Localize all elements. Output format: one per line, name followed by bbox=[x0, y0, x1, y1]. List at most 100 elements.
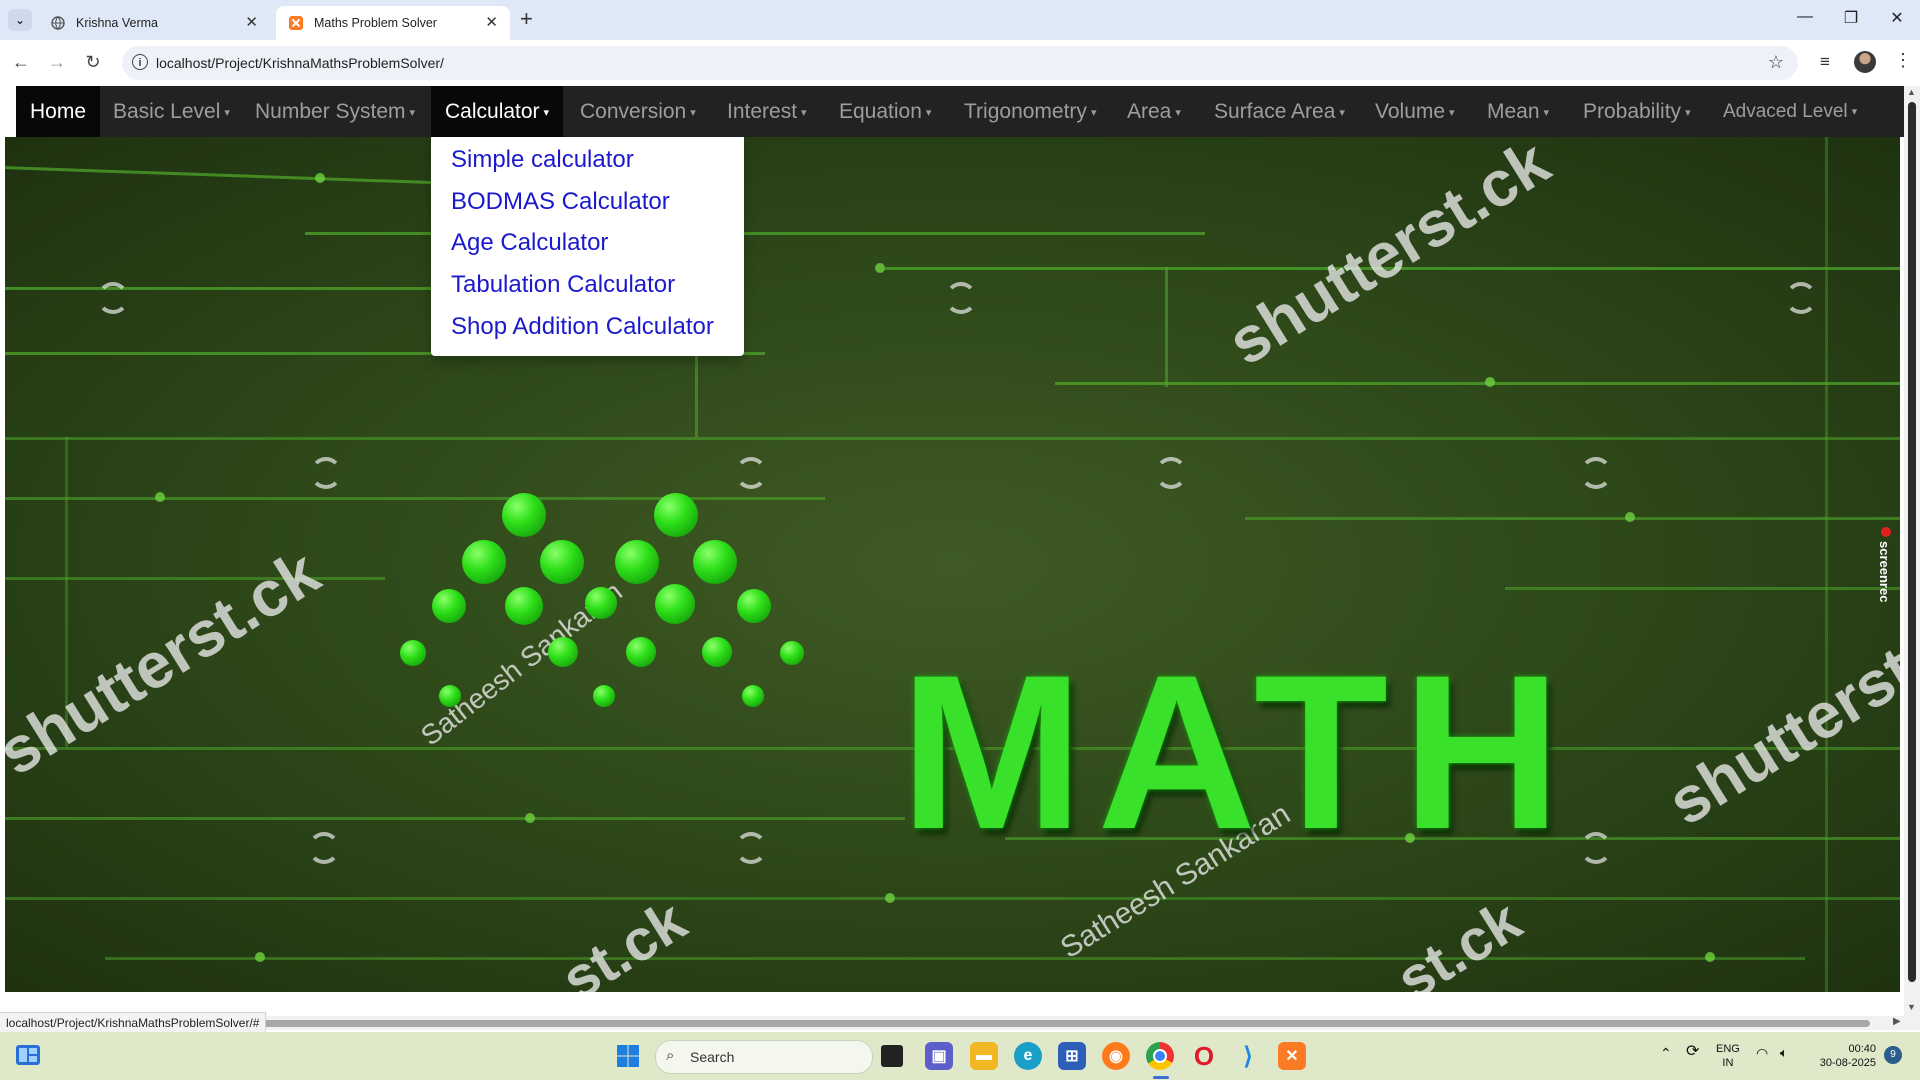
opera-icon[interactable]: O bbox=[1190, 1041, 1218, 1071]
caret-icon: ▾ bbox=[1175, 107, 1181, 119]
media-control-icon[interactable]: ≡ bbox=[1820, 52, 1830, 72]
status-bar-url: localhost/Project/KrishnaMathsProblemSol… bbox=[0, 1012, 267, 1034]
watermark-text: shutterst.ck bbox=[1655, 585, 1900, 839]
scroll-right-icon[interactable]: ▶ bbox=[1893, 1016, 1901, 1027]
browser-tab-active[interactable]: Maths Problem Solver ✕ bbox=[276, 6, 510, 40]
bookmark-star-icon[interactable]: ☆ bbox=[1768, 52, 1784, 73]
calculator-dropdown-menu: Simple calculator BODMAS Calculator Age … bbox=[431, 137, 744, 356]
caret-icon: ▾ bbox=[224, 107, 230, 119]
taskbar-search-box[interactable]: ⌕ Search bbox=[655, 1040, 873, 1074]
caret-icon: ▾ bbox=[409, 107, 416, 119]
page-viewport: Home Basic Level ▾ Number System ▾ Calcula… bbox=[0, 86, 1920, 1018]
nav-equation[interactable]: Equation ▾ bbox=[839, 86, 931, 137]
xampp-favicon-icon bbox=[288, 15, 304, 31]
reload-icon[interactable]: ↻ bbox=[80, 52, 106, 73]
nav-interest[interactable]: Interest ▾ bbox=[727, 86, 807, 137]
scroll-up-icon[interactable]: ▲ bbox=[1907, 87, 1916, 97]
tab-title: Maths Problem Solver bbox=[314, 16, 437, 30]
firefox-icon[interactable]: ◉ bbox=[1102, 1042, 1130, 1070]
vertical-scrollbar[interactable]: ▲ ▼ bbox=[1904, 86, 1920, 1018]
chrome-icon[interactable] bbox=[1146, 1042, 1174, 1070]
caret-icon: ▾ bbox=[1851, 106, 1858, 118]
nav-mean[interactable]: Mean ▾ bbox=[1487, 86, 1549, 137]
back-icon[interactable]: ← bbox=[8, 52, 34, 73]
address-bar[interactable]: i localhost/Project/KrishnaMathsProblemS… bbox=[122, 46, 1798, 80]
hero-banner-image: shutterst.ck shutterst.ck shutterst.ck s… bbox=[5, 137, 1900, 992]
caret-icon: ▾ bbox=[1090, 107, 1097, 119]
edge-browser-icon[interactable]: e bbox=[1014, 1042, 1042, 1070]
close-window-icon[interactable]: ✕ bbox=[1882, 8, 1912, 28]
watermark-text: shutterst.ck bbox=[5, 535, 332, 789]
language-indicator[interactable]: ENG IN bbox=[1716, 1042, 1740, 1070]
volume-muted-icon[interactable]: 🔈︎ bbox=[1780, 1046, 1788, 1060]
caret-icon: ▾ bbox=[1543, 107, 1550, 119]
dropdown-item-tabulation-calculator[interactable]: Tabulation Calculator bbox=[451, 271, 675, 299]
horizontal-scroll-thumb[interactable] bbox=[262, 1020, 1870, 1027]
restore-icon[interactable]: ❐ bbox=[1836, 8, 1866, 28]
wifi-icon[interactable]: ◠ bbox=[1756, 1046, 1768, 1060]
profile-avatar[interactable] bbox=[1854, 51, 1876, 73]
file-explorer-icon[interactable]: ▬ bbox=[970, 1042, 998, 1070]
nav-conversion[interactable]: Conversion ▾ bbox=[580, 86, 696, 137]
watermark-text: st.ck bbox=[550, 887, 698, 992]
teams-chat-icon[interactable]: ▣ bbox=[925, 1042, 953, 1070]
windows-taskbar: ⌕ Search ▣ ▬ e ⊞ ◉ O ⟩ ✕ ⌃ ⟳ ENG IN ◠ 🔈︎ … bbox=[0, 1032, 1920, 1080]
running-indicator bbox=[1153, 1076, 1169, 1079]
site-info-icon[interactable]: i bbox=[132, 54, 148, 70]
browser-tab-strip: ⌄ Krishna Verma ✕ Maths Problem Solver ✕… bbox=[0, 0, 1920, 40]
sync-icon[interactable]: ⟳ bbox=[1686, 1044, 1699, 1060]
nav-trigonometry[interactable]: Trigonometry ▾ bbox=[964, 86, 1096, 137]
nav-calculator[interactable]: Calculator ▾ bbox=[431, 86, 564, 137]
tray-overflow-chevron-icon[interactable]: ⌃ bbox=[1660, 1046, 1672, 1060]
caret-icon: ▾ bbox=[1449, 107, 1455, 119]
globe-icon bbox=[50, 15, 66, 31]
caret-icon: ▾ bbox=[1339, 107, 1345, 119]
forward-icon[interactable]: → bbox=[44, 52, 70, 73]
search-icon: ⌕ bbox=[666, 1047, 675, 1064]
horizontal-scrollbar[interactable]: ▶ bbox=[0, 1016, 1920, 1030]
dropdown-item-shop-addition-calculator[interactable]: Shop Addition Calculator bbox=[451, 313, 714, 341]
dropdown-item-age-calculator[interactable]: Age Calculator bbox=[451, 229, 608, 257]
toolbar-right: ≡ ⋮ bbox=[1810, 40, 1920, 86]
caret-icon: ▾ bbox=[925, 107, 932, 119]
menu-kebab-icon[interactable]: ⋮ bbox=[1894, 50, 1912, 71]
widgets-icon[interactable] bbox=[14, 1041, 42, 1069]
clock[interactable]: 00:40 30-08-2025 bbox=[1808, 1042, 1876, 1070]
microsoft-store-icon[interactable]: ⊞ bbox=[1058, 1042, 1086, 1070]
tab-title: Krishna Verma bbox=[76, 16, 158, 30]
minimize-icon[interactable]: — bbox=[1790, 8, 1820, 26]
dropdown-item-simple-calculator[interactable]: Simple calculator bbox=[451, 146, 634, 174]
task-view-icon[interactable] bbox=[881, 1045, 903, 1067]
scroll-down-icon[interactable]: ▼ bbox=[1907, 1002, 1916, 1012]
caret-icon: ▾ bbox=[1685, 107, 1691, 119]
nav-home[interactable]: Home bbox=[16, 86, 101, 137]
nav-area[interactable]: Area ▾ bbox=[1127, 86, 1181, 137]
nav-probability[interactable]: Probability ▾ bbox=[1583, 86, 1691, 137]
caret-icon: ▾ bbox=[543, 107, 550, 119]
close-tab-icon[interactable]: ✕ bbox=[245, 15, 258, 30]
dropdown-item-bodmas-calculator[interactable]: BODMAS Calculator bbox=[451, 188, 670, 216]
close-tab-icon[interactable]: ✕ bbox=[485, 15, 498, 30]
nav-advanced-level[interactable]: Advaced Level ▾ bbox=[1723, 86, 1857, 137]
nav-basic-level[interactable]: Basic Level ▾ bbox=[113, 86, 230, 137]
notification-badge[interactable]: 9 bbox=[1884, 1046, 1902, 1064]
nav-volume[interactable]: Volume ▾ bbox=[1375, 86, 1455, 137]
browser-tab[interactable]: Krishna Verma ✕ bbox=[38, 6, 270, 40]
math-title-graphic: MATH bbox=[900, 629, 1576, 875]
tab-search-icon[interactable]: ⌄ bbox=[8, 9, 32, 31]
watermark-text: shutterst.ck bbox=[1215, 137, 1562, 379]
main-navbar: Home Basic Level ▾ Number System ▾ Calcula… bbox=[16, 86, 1904, 137]
nav-number-system[interactable]: Number System ▾ bbox=[255, 86, 415, 137]
nav-surface-area[interactable]: Surface Area ▾ bbox=[1214, 86, 1345, 137]
caret-icon: ▾ bbox=[690, 107, 696, 119]
caret-icon: ▾ bbox=[801, 107, 807, 119]
screenrec-badge: screenrec bbox=[1877, 527, 1895, 617]
vscode-icon[interactable]: ⟩ bbox=[1234, 1042, 1262, 1070]
browser-toolbar: ← → ↻ i localhost/Project/KrishnaMathsPr… bbox=[0, 40, 1920, 86]
watermark-text: st.ck bbox=[1385, 887, 1533, 992]
new-tab-icon[interactable]: + bbox=[520, 6, 533, 32]
windows-start-icon[interactable] bbox=[614, 1042, 642, 1070]
xampp-icon[interactable]: ✕ bbox=[1278, 1042, 1306, 1070]
url-text[interactable]: localhost/Project/KrishnaMathsProblemSol… bbox=[156, 55, 444, 71]
vertical-scroll-thumb[interactable] bbox=[1908, 102, 1916, 982]
